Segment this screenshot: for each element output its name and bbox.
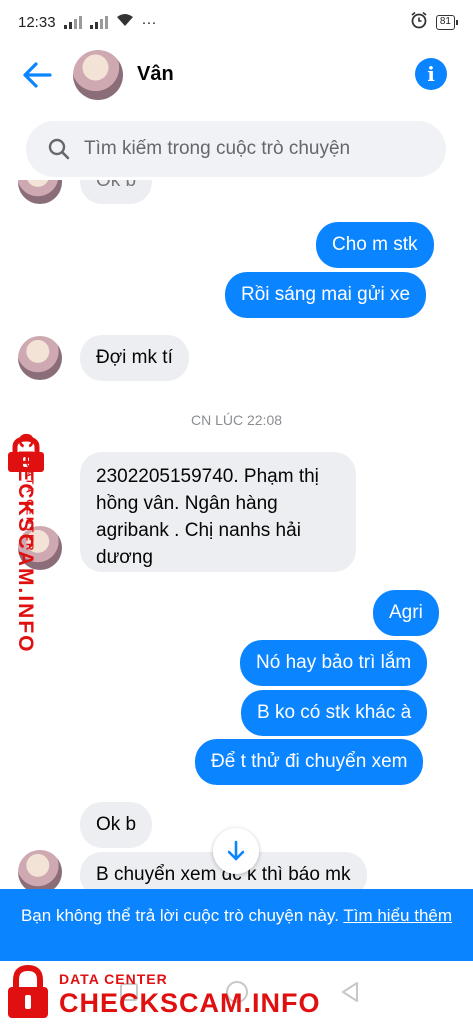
- search-bar[interactable]: Tìm kiếm trong cuộc trò chuyện: [26, 121, 446, 177]
- contact-avatar-small: [18, 336, 62, 380]
- incoming-message[interactable]: Ok b: [80, 180, 153, 204]
- info-icon: i: [427, 62, 435, 86]
- info-button[interactable]: i: [415, 58, 447, 90]
- outgoing-message[interactable]: Nó hay bảo trì lắm: [240, 640, 428, 686]
- back-button[interactable]: [20, 58, 54, 92]
- incoming-message[interactable]: 2302205159740. Phạm thị hồng vân. Ngân h…: [80, 452, 356, 572]
- incoming-message[interactable]: Ok b: [80, 802, 153, 848]
- back-arrow-icon: [23, 62, 52, 88]
- padlock-icon: [8, 964, 48, 1018]
- alarm-icon: [410, 11, 428, 33]
- contact-avatar[interactable]: [73, 50, 123, 100]
- scroll-to-bottom-button[interactable]: [213, 828, 259, 874]
- signal-icon-2: [89, 15, 108, 29]
- learn-more-link[interactable]: Tìm hiểu thêm: [343, 906, 452, 925]
- watermark-bottom-label: DATA CENTER: [59, 971, 168, 987]
- watermark-side-site: CHECKSCAM.INFO: [14, 433, 37, 654]
- wifi-icon: [116, 13, 134, 31]
- search-icon: [48, 138, 70, 160]
- cannot-reply-banner: Bạn không thể trả lời cuộc trò chuyện nà…: [0, 889, 473, 961]
- message-timestamp: CN LÚC 22:08: [190, 412, 283, 428]
- outgoing-message[interactable]: Để t thử đi chuyển xem: [195, 739, 424, 785]
- watermark-side: DATA CENTER CHECKSCAM.INFO: [2, 433, 52, 676]
- message-thread[interactable]: Ok b Cho m stk Rồi sáng mai gửi xe Đợi m…: [0, 180, 473, 892]
- status-time: 12:33: [18, 13, 56, 31]
- conversation-header: Vân i: [0, 44, 473, 106]
- outgoing-message[interactable]: Rồi sáng mai gửi xe: [225, 272, 427, 318]
- contact-avatar-small: [18, 180, 62, 204]
- watermark-bottom: DATA CENTER CHECKSCAM.INFO: [0, 961, 320, 1024]
- status-right: 81: [410, 11, 459, 33]
- outgoing-message[interactable]: Agri: [373, 590, 439, 636]
- watermark-bottom-site: CHECKSCAM.INFO: [59, 988, 321, 1018]
- status-left: 12:33 ···: [18, 13, 157, 31]
- system-back-button[interactable]: [340, 981, 360, 1008]
- incoming-message[interactable]: Đợi mk tí: [80, 335, 189, 381]
- status-bar: 12:33 ··· 81: [0, 0, 473, 44]
- contact-avatar-small: [18, 850, 62, 892]
- battery-icon: 81: [435, 14, 459, 30]
- outgoing-message[interactable]: B ko có stk khác à: [241, 690, 428, 736]
- signal-icon: [63, 15, 82, 29]
- contact-name[interactable]: Vân: [137, 63, 174, 86]
- triangle-back-icon: [342, 982, 358, 1002]
- search-input[interactable]: Tìm kiếm trong cuộc trò chuyện: [84, 138, 350, 160]
- arrow-down-icon: [227, 840, 245, 861]
- more-notifications-icon: ···: [141, 13, 157, 31]
- outgoing-message[interactable]: Cho m stk: [316, 222, 434, 268]
- banner-text: Bạn không thể trả lời cuộc trò chuyện nà…: [20, 906, 339, 925]
